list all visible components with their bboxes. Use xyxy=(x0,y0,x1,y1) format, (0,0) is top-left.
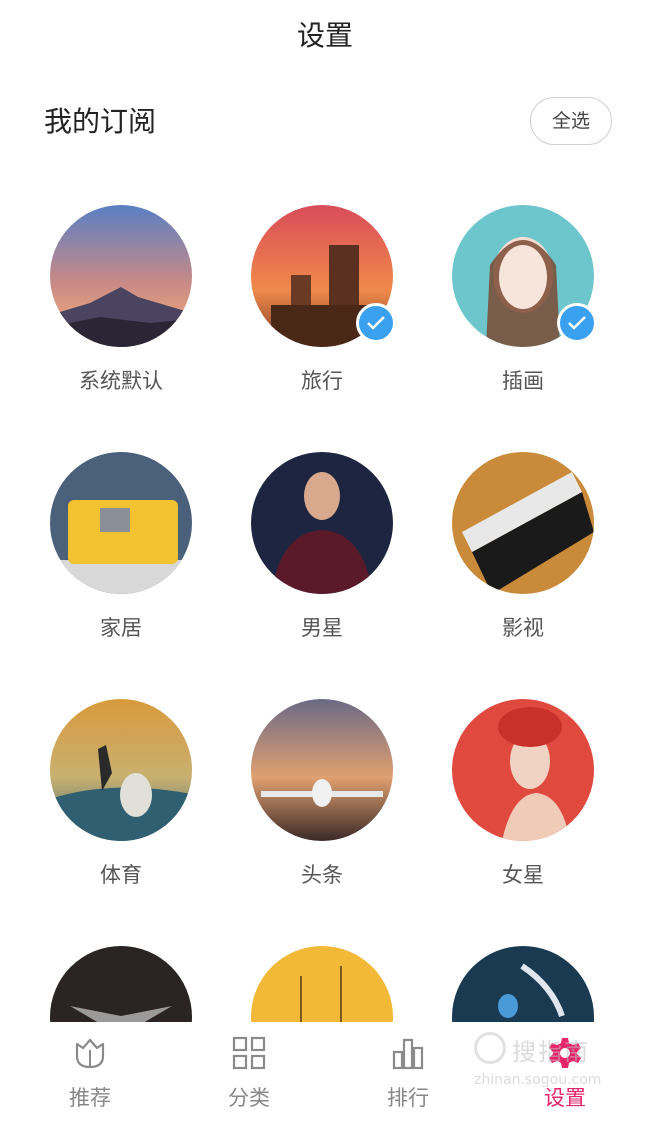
subscription-item-home[interactable]: 家居 xyxy=(21,452,221,672)
checkmark-icon xyxy=(356,303,396,343)
subscription-label: 旅行 xyxy=(301,369,343,393)
subscription-item-film[interactable]: 影视 xyxy=(423,452,623,672)
tab-label: 分类 xyxy=(228,1086,270,1110)
thumbnail-image xyxy=(50,205,192,347)
tab-category[interactable]: 分类 xyxy=(189,1022,309,1121)
subscription-item-scenery[interactable] xyxy=(222,946,422,1022)
thumbnail-image xyxy=(452,452,594,594)
bottom-tab-bar: 推荐 分类 排行 设置 xyxy=(0,1022,650,1121)
subscription-item-travel[interactable]: 旅行 xyxy=(222,205,422,425)
subscription-item-sports[interactable]: 体育 xyxy=(21,699,221,919)
subscription-label: 系统默认 xyxy=(79,369,163,393)
subscription-item-default[interactable]: 系统默认 xyxy=(21,205,221,425)
tab-label: 设置 xyxy=(544,1086,586,1110)
subscription-item-male-stars[interactable]: 男星 xyxy=(222,452,422,672)
thumbnail-image xyxy=(251,946,393,1022)
thumbnail-image xyxy=(50,946,192,1022)
thumbnail-image xyxy=(50,699,192,841)
tab-settings[interactable]: 设置 xyxy=(505,1022,625,1121)
thumbnail-image xyxy=(251,699,393,841)
subscription-label: 体育 xyxy=(100,863,142,887)
subscription-label: 女星 xyxy=(502,863,544,887)
thumbnail-image xyxy=(50,452,192,594)
tab-label: 排行 xyxy=(387,1086,429,1110)
tab-ranking[interactable]: 排行 xyxy=(348,1022,468,1121)
subscription-item-cars[interactable] xyxy=(21,946,221,1022)
subscription-label: 影视 xyxy=(502,616,544,640)
checkmark-icon xyxy=(557,303,597,343)
subscription-item-headlines[interactable]: 头条 xyxy=(222,699,422,919)
tulip-icon xyxy=(75,1038,105,1069)
subscription-item-female-stars[interactable]: 女星 xyxy=(423,699,623,919)
thumbnail-image xyxy=(452,699,594,841)
subscription-label: 家居 xyxy=(100,616,142,640)
tab-label: 推荐 xyxy=(69,1086,111,1110)
bar-chart-icon xyxy=(392,1038,424,1070)
subscription-item-jewelry[interactable] xyxy=(423,946,623,1022)
gear-icon xyxy=(549,1038,581,1068)
subscription-label: 男星 xyxy=(301,616,343,640)
grid-icon xyxy=(232,1036,266,1070)
tab-recommend[interactable]: 推荐 xyxy=(30,1022,150,1121)
subscription-label: 头条 xyxy=(301,863,343,887)
thumbnail-image xyxy=(251,452,393,594)
subscription-item-illustration[interactable]: 插画 xyxy=(423,205,623,425)
subscription-grid: 系统默认 旅行 插画 家居 男星 影视 体育 头条 女星 xyxy=(0,0,650,1022)
subscription-label: 插画 xyxy=(502,369,544,393)
thumbnail-image xyxy=(452,946,594,1022)
